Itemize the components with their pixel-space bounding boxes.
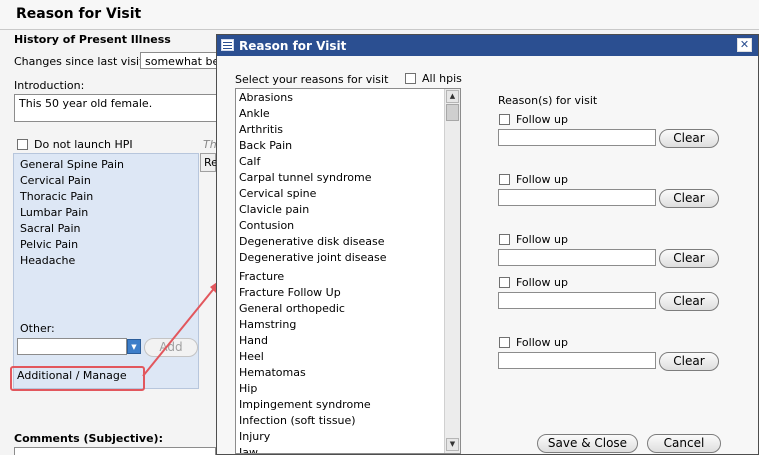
reason-tab-partial[interactable]: Re (200, 153, 218, 172)
reason-slot-input[interactable] (498, 292, 656, 309)
list-item[interactable]: Clavicle pain (239, 203, 309, 216)
hpi-list-item[interactable]: Pelvic Pain (20, 238, 78, 251)
follow-up-label: Follow up (516, 233, 568, 246)
hpi-list-item[interactable]: Thoracic Pain (20, 190, 93, 203)
scroll-down-icon[interactable]: ▼ (446, 438, 459, 451)
introduction-label: Introduction: (14, 79, 85, 92)
clear-button[interactable]: Clear (659, 249, 719, 268)
clear-button[interactable]: Clear (659, 189, 719, 208)
scroll-up-icon[interactable]: ▲ (446, 90, 459, 103)
list-item[interactable]: Fracture (239, 270, 284, 283)
comments-label: Comments (Subjective): (14, 432, 163, 445)
follow-up-checkbox[interactable] (499, 337, 510, 348)
list-item[interactable]: Impingement syndrome (239, 398, 371, 411)
page-title: Reason for Visit (0, 0, 759, 30)
reasons-list: Abrasions Ankle Arthritis Back Pain Calf… (235, 88, 461, 454)
list-item[interactable]: General orthopedic (239, 302, 345, 315)
do-not-launch-hpi-label: Do not launch HPI (34, 138, 133, 151)
follow-up-checkbox[interactable] (499, 234, 510, 245)
list-item[interactable]: Hand (239, 334, 268, 347)
reason-for-visit-dialog: Reason for Visit ✕ Select your reasons f… (216, 34, 759, 455)
annotation-highlight-box (10, 366, 145, 391)
reasons-for-visit-header: Reason(s) for visit (498, 94, 598, 107)
other-label: Other: (20, 322, 55, 335)
follow-up-label: Follow up (516, 276, 568, 289)
list-item[interactable]: Abrasions (239, 91, 293, 104)
reason-slot-input[interactable] (498, 249, 656, 266)
reason-slot-input[interactable] (498, 189, 656, 206)
dialog-title: Reason for Visit (239, 39, 347, 53)
changes-since-last-visit-field[interactable]: somewhat better (140, 52, 220, 69)
follow-up-checkbox[interactable] (499, 174, 510, 185)
list-item[interactable]: Contusion (239, 219, 294, 232)
follow-up-checkbox[interactable] (499, 114, 510, 125)
list-item[interactable]: Jaw (239, 446, 258, 453)
reason-slot-input[interactable] (498, 352, 656, 369)
hpi-section-title: History of Present Illness (14, 33, 171, 46)
introduction-field[interactable]: This 50 year old female. (14, 94, 220, 122)
truncated-label: Th (203, 138, 217, 151)
list-item[interactable]: Back Pain (239, 139, 292, 152)
hpi-list-item[interactable]: Cervical Pain (20, 174, 91, 187)
follow-up-label: Follow up (516, 173, 568, 186)
select-reasons-label: Select your reasons for visit (235, 73, 389, 86)
follow-up-label: Follow up (516, 113, 568, 126)
hpi-list-item[interactable]: Sacral Pain (20, 222, 81, 235)
scrollbar-thumb[interactable] (446, 104, 459, 121)
cancel-button[interactable]: Cancel (647, 434, 721, 453)
list-item[interactable]: Fracture Follow Up (239, 286, 341, 299)
list-item[interactable]: Ankle (239, 107, 270, 120)
other-dropdown-button[interactable]: ▼ (127, 339, 141, 354)
hpi-list-item[interactable]: Headache (20, 254, 75, 267)
hpi-list-item[interactable]: Lumbar Pain (20, 206, 88, 219)
list-scrollbar[interactable]: ▲ ▼ (444, 89, 460, 453)
all-hpis-checkbox[interactable] (405, 73, 416, 84)
list-item[interactable]: Heel (239, 350, 264, 363)
list-item[interactable]: Hamstring (239, 318, 296, 331)
chevron-down-icon: ▼ (131, 343, 137, 351)
clear-button[interactable]: Clear (659, 292, 719, 311)
comments-field[interactable] (14, 447, 216, 455)
other-input[interactable] (17, 338, 127, 355)
save-close-button[interactable]: Save & Close (537, 434, 638, 453)
clear-button[interactable]: Clear (659, 352, 719, 371)
list-item[interactable]: Infection (soft tissue) (239, 414, 356, 427)
list-item[interactable]: Calf (239, 155, 260, 168)
reason-slot-input[interactable] (498, 129, 656, 146)
all-hpis-label: All hpis (422, 72, 462, 85)
follow-up-checkbox[interactable] (499, 277, 510, 288)
list-item[interactable]: Hip (239, 382, 257, 395)
clear-button[interactable]: Clear (659, 129, 719, 148)
list-item[interactable]: Degenerative disk disease (239, 235, 385, 248)
list-item[interactable]: Carpal tunnel syndrome (239, 171, 371, 184)
annotation-arrow (142, 280, 220, 377)
list-item[interactable]: Injury (239, 430, 270, 443)
list-item[interactable]: Arthritis (239, 123, 283, 136)
close-icon[interactable]: ✕ (737, 38, 752, 52)
list-window-icon (221, 39, 234, 51)
follow-up-label: Follow up (516, 336, 568, 349)
list-item[interactable]: Hematomas (239, 366, 306, 379)
list-item[interactable]: Degenerative joint disease (239, 251, 387, 264)
hpi-list-item[interactable]: General Spine Pain (20, 158, 124, 171)
dialog-titlebar[interactable]: Reason for Visit ✕ (217, 35, 758, 56)
list-item[interactable]: Cervical spine (239, 187, 316, 200)
do-not-launch-hpi-checkbox[interactable] (17, 139, 28, 150)
changes-since-last-visit-label: Changes since last visit: (14, 55, 148, 68)
